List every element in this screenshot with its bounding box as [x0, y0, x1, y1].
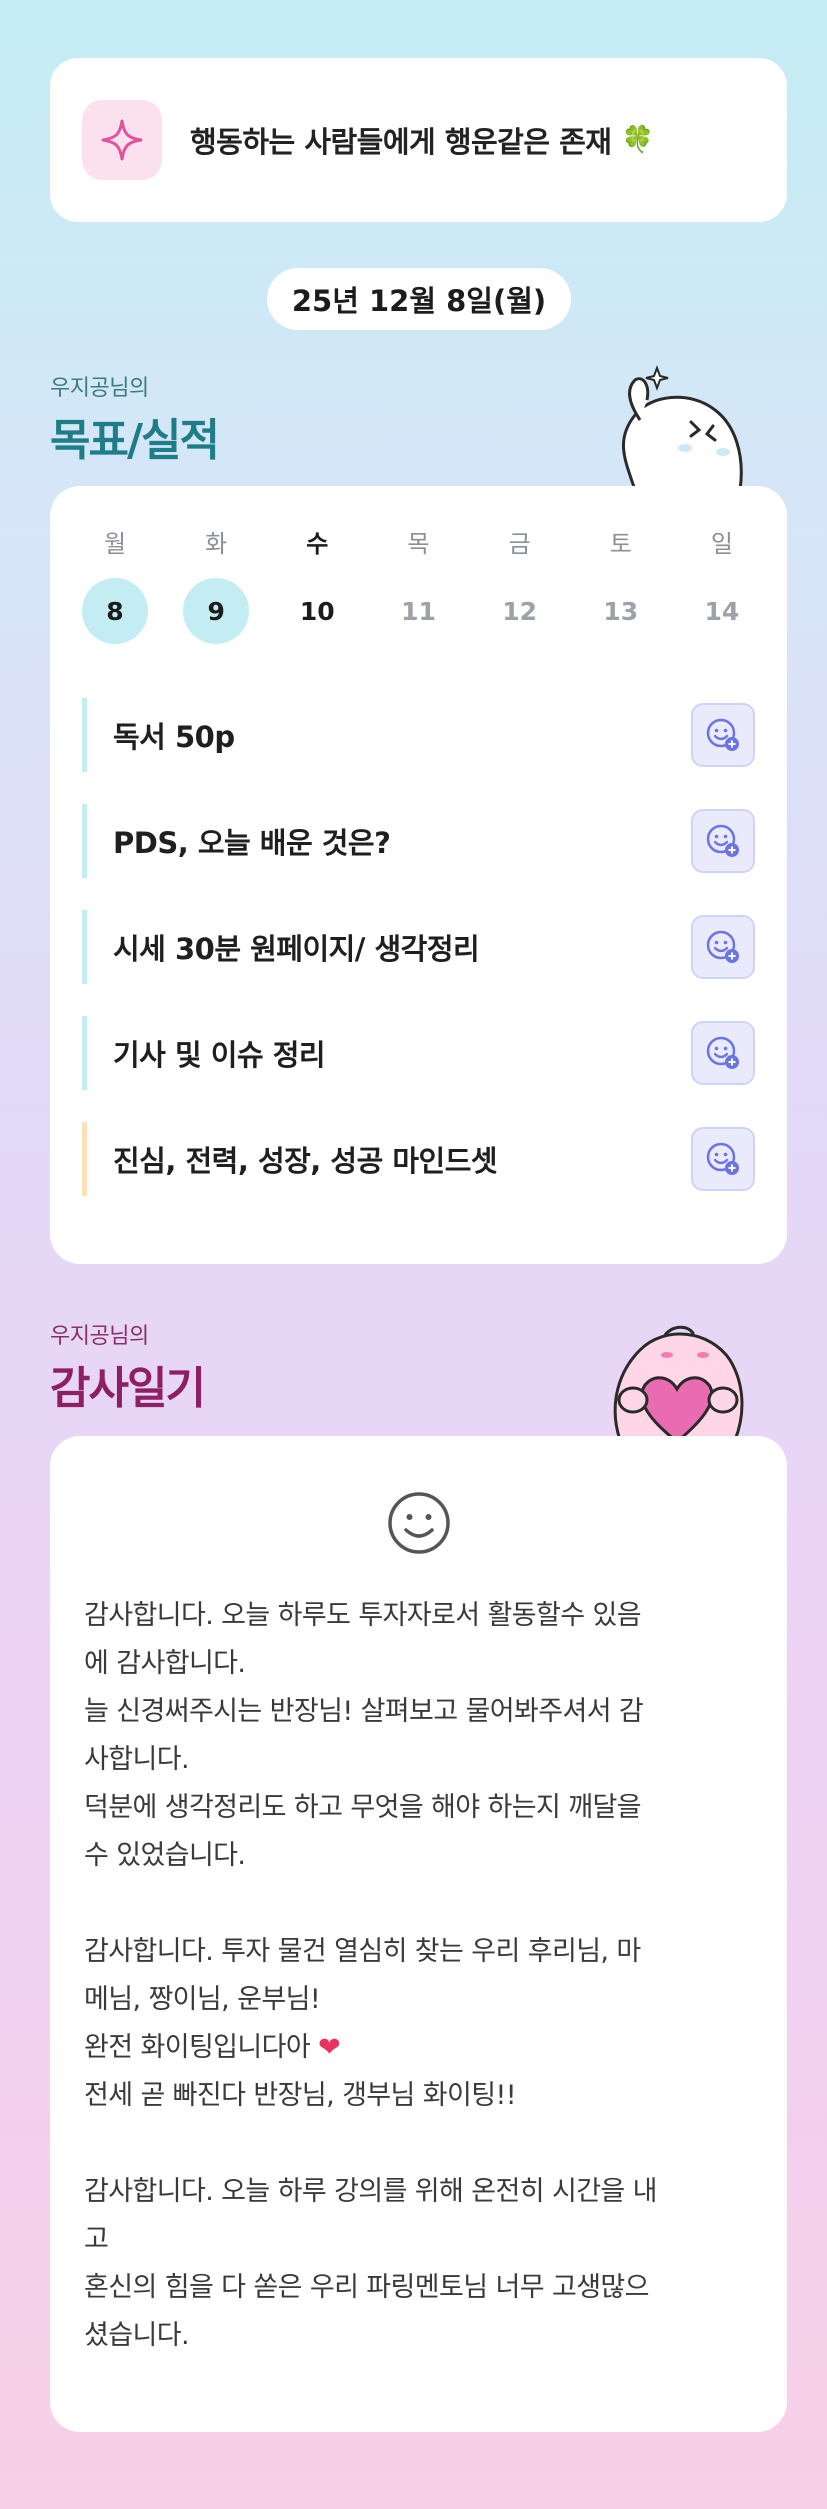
day-name: 화: [205, 530, 228, 558]
thanks-section-header: 우지공님의 감사일기: [50, 1318, 206, 1416]
smiley-add-icon: [706, 1142, 739, 1175]
day-number: 13: [603, 596, 639, 626]
smiley-add-icon: [706, 930, 739, 963]
day-name: 일: [710, 530, 733, 558]
add-reaction-button[interactable]: [691, 703, 755, 767]
goal-item: 진심, 전력, 성장, 성공 마인드셋: [82, 1122, 755, 1196]
day-number: 12: [502, 596, 538, 626]
goal-text: 독서 50p: [113, 720, 235, 754]
gratitude-diary-card: 감사합니다. 오늘 하루도 투자자로서 활동할수 있음 에 감사합니다. 늘 신…: [50, 1436, 787, 2432]
diary-text-part-2: 전세 곧 빠진다 반장님, 갱부님 화이팅!! 감사합니다. 오늘 하루 강의를…: [84, 2080, 658, 2351]
sparkle-icon: [82, 100, 162, 180]
add-reaction-button[interactable]: [691, 809, 755, 873]
goal-text: 진심, 전력, 성장, 성공 마인드셋: [113, 1144, 498, 1178]
goals-card: 월 8 화 9 수 10 목 11 금 12 토 13 일 14 독서 50p: [50, 486, 787, 1264]
day-name: 월: [103, 530, 127, 558]
smiley-add-icon: [706, 824, 739, 857]
day-number: 8: [82, 578, 148, 644]
goal-text: 시세 30분 원페이지/ 생각정리: [113, 932, 480, 966]
smiley-icon[interactable]: [386, 1490, 452, 1556]
thanks-title: 감사일기: [50, 1363, 206, 1414]
day-tue[interactable]: 화 9: [181, 526, 251, 644]
day-wed[interactable]: 수 10: [282, 526, 352, 644]
day-thu[interactable]: 목 11: [383, 526, 453, 644]
diary-text-part-1: 감사합니다. 오늘 하루도 투자자로서 활동할수 있음 에 감사합니다. 늘 신…: [84, 1600, 644, 2063]
smiley-add-icon: [706, 718, 739, 751]
date-selector[interactable]: 25년 12월 8일(월): [267, 268, 571, 330]
smiley-add-icon: [706, 1036, 739, 1069]
day-fri[interactable]: 금 12: [485, 526, 555, 644]
goal-item: PDS, 오늘 배운 것은?: [82, 804, 755, 878]
goal-text: PDS, 오늘 배운 것은?: [113, 826, 391, 860]
add-reaction-button[interactable]: [691, 1021, 755, 1085]
day-number: 14: [704, 596, 740, 626]
day-number: 10: [299, 596, 335, 626]
add-reaction-button[interactable]: [691, 915, 755, 979]
motto-text: 행동하는 사람들에게 행운같은 존재: [190, 125, 612, 159]
day-mon[interactable]: 월 8: [80, 526, 150, 644]
week-selector: 월 8 화 9 수 10 목 11 금 12 토 13 일 14: [80, 526, 757, 644]
goal-item: 기사 및 이슈 정리: [82, 1016, 755, 1090]
goals-subtitle: 우지공님의: [50, 376, 149, 401]
day-number: 11: [401, 596, 436, 626]
goals-title: 목표/실적: [50, 415, 220, 466]
ghost-mascot-icon: [621, 365, 743, 490]
day-name: 금: [508, 530, 531, 558]
day-name: 토: [609, 530, 632, 558]
diary-text: 감사합니다. 오늘 하루도 투자자로서 활동할수 있음 에 감사합니다. 늘 신…: [84, 1592, 759, 2360]
heart-mascot-icon: [613, 1325, 744, 1440]
goal-item: 시세 30분 원페이지/ 생각정리: [82, 910, 755, 984]
motto-card: 행동하는 사람들에게 행운같은 존재 🍀: [50, 58, 787, 222]
day-sat[interactable]: 토 13: [586, 526, 656, 644]
day-name: 목: [407, 530, 430, 558]
goals-section-header: 우지공님의 목표/실적: [50, 370, 220, 468]
thanks-subtitle: 우지공님의: [50, 1324, 149, 1349]
goal-list: 독서 50p PDS, 오늘 배운 것은? 시세 30분 원페이지/ 생각정리 …: [82, 698, 755, 1228]
add-reaction-button[interactable]: [691, 1127, 755, 1191]
heart-icon: ❤: [318, 2032, 341, 2063]
day-sun[interactable]: 일 14: [687, 526, 757, 644]
clover-icon: 🍀: [621, 125, 654, 155]
day-name: 수: [306, 530, 329, 558]
goal-item: 독서 50p: [82, 698, 755, 772]
goal-text: 기사 및 이슈 정리: [113, 1038, 326, 1072]
day-number: 9: [183, 578, 250, 644]
